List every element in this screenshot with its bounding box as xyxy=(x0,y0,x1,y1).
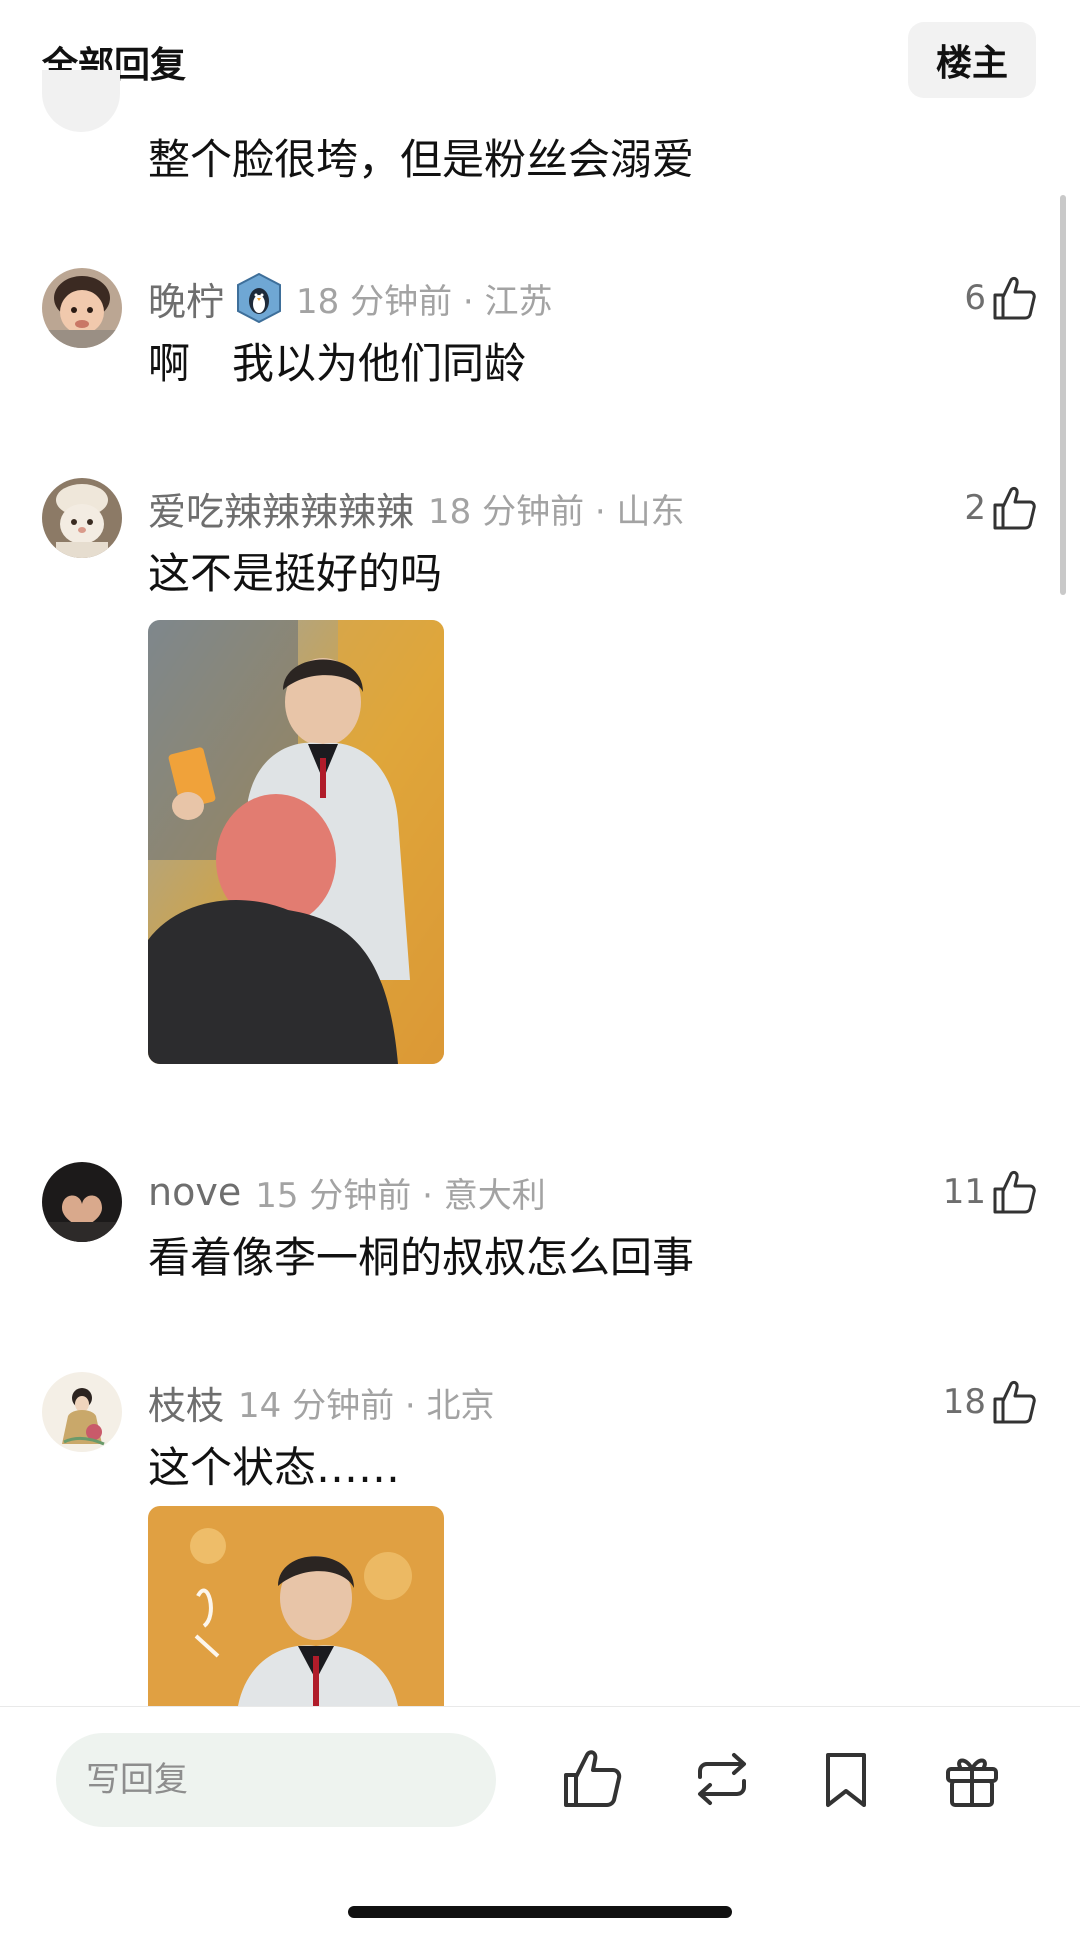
like-count: 6 xyxy=(964,278,986,318)
comment-image[interactable] xyxy=(148,1506,444,1706)
like-button[interactable]: 2 xyxy=(964,478,1036,538)
comment-text: 整个脸很垮，但是粉丝会溺爱 xyxy=(148,135,695,184)
comment-image[interactable] xyxy=(148,620,444,1064)
thumbs-up-icon xyxy=(993,1170,1036,1214)
comment-text: 这不是挺好的吗 xyxy=(148,549,443,598)
like-count: 11 xyxy=(942,1172,986,1212)
avatar[interactable] xyxy=(42,478,122,558)
penguin-badge-icon[interactable] xyxy=(236,272,282,324)
username[interactable]: nove xyxy=(148,1170,241,1214)
repost-icon[interactable] xyxy=(690,1747,754,1811)
avatar[interactable] xyxy=(42,70,120,132)
comment-meta: 晚柠 18 分钟前 · 江苏 xyxy=(148,270,553,326)
header-bar: 全部回复 楼主 xyxy=(0,0,1080,110)
comment-time-location: 14 分钟前 · 北京 xyxy=(238,1385,495,1426)
thumbs-up-icon[interactable] xyxy=(560,1747,624,1811)
avatar[interactable] xyxy=(42,1372,122,1452)
thumbs-up-icon xyxy=(993,486,1036,530)
comment-text: 啊 我以为他们同龄 xyxy=(148,339,527,388)
comment-text: 这个状态…… xyxy=(148,1443,401,1492)
like-button[interactable]: 6 xyxy=(964,268,1036,328)
avatar[interactable] xyxy=(42,1162,122,1242)
thumbs-up-icon xyxy=(993,276,1036,320)
username[interactable]: 晚柠 xyxy=(148,271,224,326)
username[interactable]: 枝枝 xyxy=(148,1375,224,1430)
comment-meta: 枝枝 14 分钟前 · 北京 xyxy=(148,1374,495,1430)
like-count: 18 xyxy=(942,1382,986,1422)
comment-time-location: 15 分钟前 · 意大利 xyxy=(255,1175,546,1216)
like-count: 2 xyxy=(964,488,986,528)
comment-time-location: 18 分钟前 · 山东 xyxy=(428,491,685,532)
avatar[interactable] xyxy=(42,268,122,348)
scrollbar[interactable] xyxy=(1060,195,1066,595)
gift-icon[interactable] xyxy=(940,1747,1004,1811)
home-indicator[interactable] xyxy=(348,1906,732,1918)
reply-input[interactable] xyxy=(56,1733,496,1827)
thumbs-up-icon xyxy=(993,1380,1036,1424)
bookmark-icon[interactable] xyxy=(814,1747,878,1811)
like-button[interactable]: 18 xyxy=(943,1372,1036,1432)
comment-meta: 爱吃辣辣辣辣辣 18 分钟前 · 山东 xyxy=(148,480,685,536)
username[interactable]: 爱吃辣辣辣辣辣 xyxy=(148,481,414,536)
like-button[interactable]: 11 xyxy=(943,1162,1036,1222)
comment-time-location: 18 分钟前 · 江苏 xyxy=(296,281,553,322)
op-filter-button[interactable]: 楼主 xyxy=(908,22,1036,98)
comment-meta: nove 15 分钟前 · 意大利 xyxy=(148,1164,546,1220)
comment-text: 看着像李一桐的叔叔怎么回事 xyxy=(148,1233,695,1282)
